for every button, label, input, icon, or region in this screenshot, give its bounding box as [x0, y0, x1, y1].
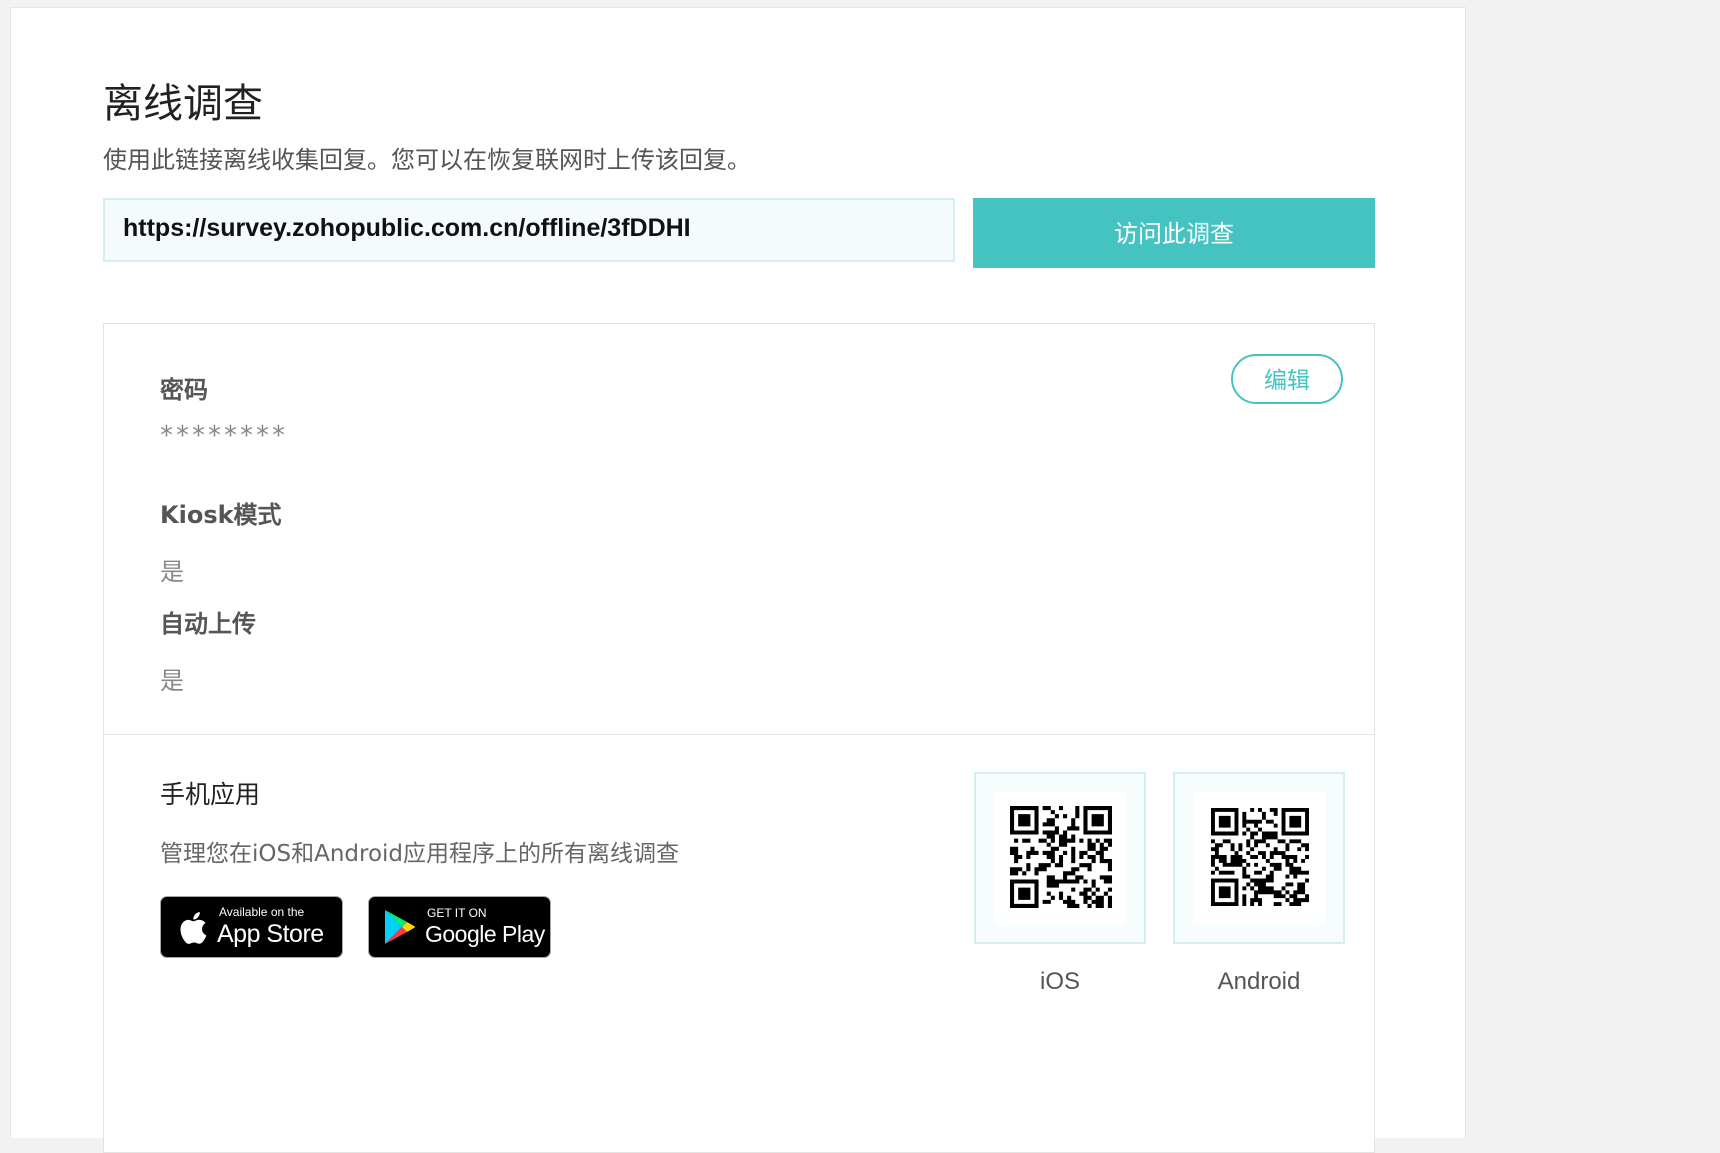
- password-label: 密码: [160, 376, 208, 404]
- qr-code-icon: [1010, 806, 1112, 908]
- apple-icon: [180, 912, 207, 944]
- offline-link-field[interactable]: https://survey.zohopublic.com.cn/offline…: [103, 198, 955, 262]
- app-store-big-text: App Store: [217, 920, 324, 948]
- app-store-small-text: Available on the: [219, 905, 305, 919]
- page-description: 使用此链接离线收集回复。您可以在恢复联网时上传该回复。: [103, 146, 751, 174]
- page-title: 离线调查: [103, 81, 263, 127]
- settings-panel: 编辑 密码 ******** Kiosk模式 是 自动上传 是 手机应用 管理您…: [103, 323, 1375, 1153]
- offline-survey-card: 离线调查 使用此链接离线收集回复。您可以在恢复联网时上传该回复。 https:/…: [10, 7, 1466, 1153]
- edit-button[interactable]: 编辑: [1231, 354, 1343, 404]
- google-play-badge[interactable]: GET IT ON Google Play: [368, 896, 551, 958]
- visit-survey-button[interactable]: 访问此调查: [973, 198, 1375, 268]
- ios-qr-label: iOS: [1039, 968, 1080, 995]
- app-store-badge[interactable]: Available on the App Store: [160, 896, 343, 958]
- mobile-app-title: 手机应用: [160, 780, 261, 809]
- android-qr-code: [1173, 772, 1345, 944]
- auto-upload-label: 自动上传: [160, 610, 256, 638]
- auto-upload-value: 是: [160, 667, 184, 695]
- ios-qr-code: [974, 772, 1146, 944]
- qr-code-icon: [1211, 808, 1309, 906]
- android-qr-label: Android: [1217, 968, 1301, 995]
- kiosk-mode-label: Kiosk模式: [160, 501, 282, 529]
- kiosk-mode-value: 是: [160, 558, 184, 586]
- panel-divider: [104, 734, 1374, 735]
- google-play-big-text: Google Play: [425, 921, 545, 947]
- mobile-app-description: 管理您在iOS和Android应用程序上的所有离线调查: [160, 841, 680, 867]
- google-play-icon: [385, 910, 415, 944]
- password-value: ********: [160, 421, 288, 451]
